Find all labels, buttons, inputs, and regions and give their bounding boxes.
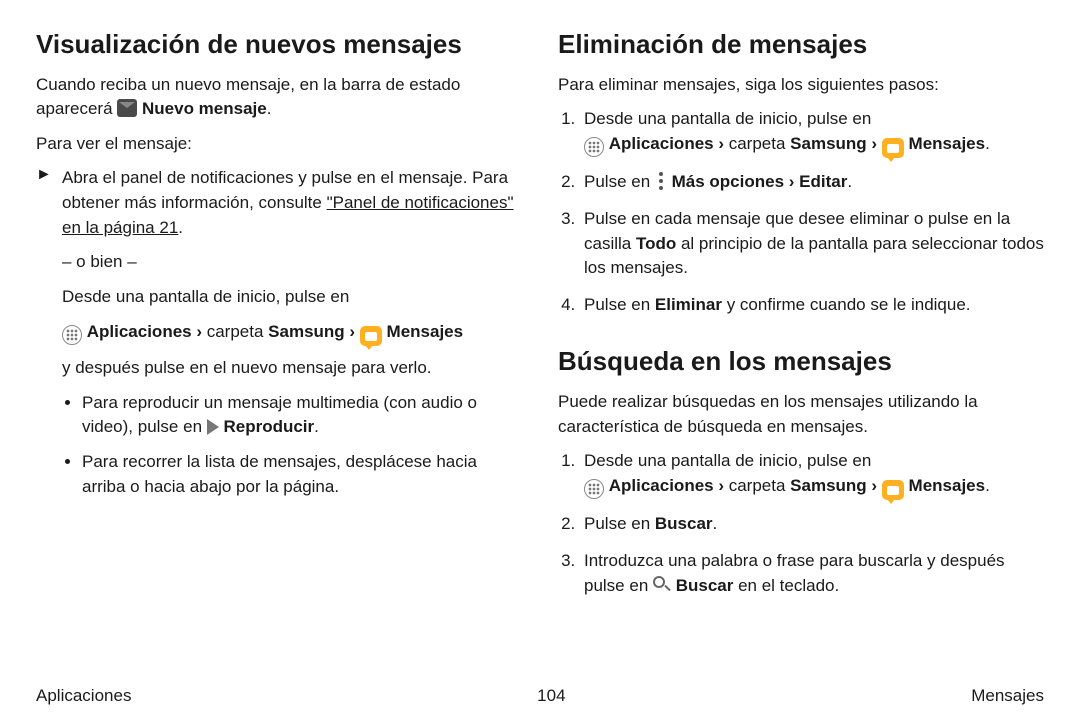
search-step-2: Pulse en Buscar. [580, 512, 1044, 537]
search-step-3: Introduzca una palabra o frase para busc… [580, 549, 1044, 598]
del-step-3: Pulse en cada mensaje que desee eliminar… [580, 207, 1044, 281]
steps-delete: Desde una pantalla de inicio, pulse en A… [558, 107, 1044, 317]
search-icon [653, 576, 671, 594]
left-column: Visualización de nuevos mensajes Cuando … [36, 28, 522, 610]
bullet-play: Para reproducir un mensaje multimedia (c… [82, 391, 522, 440]
lead-view: Para ver el mensaje: [36, 132, 522, 157]
envelope-icon [117, 99, 137, 117]
messages-app-icon [882, 480, 904, 500]
intro-view: Cuando reciba un nuevo mensaje, en la ba… [36, 73, 522, 122]
intro-delete: Para eliminar mensajes, siga los siguien… [558, 73, 1044, 98]
right-column: Eliminación de mensajes Para eliminar me… [558, 28, 1044, 610]
intro-search: Puede realizar búsquedas en los mensajes… [558, 390, 1044, 439]
path-line-left: Aplicaciones › carpeta Samsung › Mensaje… [62, 320, 522, 347]
path-tail-left: y después pulse en el nuevo mensaje para… [62, 356, 522, 381]
heading-search: Búsqueda en los mensajes [558, 345, 1044, 378]
footer-page-number: 104 [537, 686, 565, 706]
messages-app-icon [882, 138, 904, 158]
apps-grid-icon [584, 137, 604, 157]
messages-app-icon [360, 326, 382, 346]
del-step-4: Pulse en Eliminar y confirme cuando se l… [580, 293, 1044, 318]
bullet-list-left: Para reproducir un mensaje multimedia (c… [62, 391, 522, 500]
footer-right: Mensajes [971, 686, 1044, 706]
search-step-1: Desde una pantalla de inicio, pulse en A… [580, 449, 1044, 500]
step-open-panel: ► Abra el panel de notificaciones y puls… [36, 166, 522, 509]
bullet-scroll: Para recorrer la lista de mensajes, desp… [82, 450, 522, 499]
from-home-line: Desde una pantalla de inicio, pulse en [62, 285, 522, 310]
heading-delete: Eliminación de mensajes [558, 28, 1044, 61]
del-step-1: Desde una pantalla de inicio, pulse en A… [580, 107, 1044, 158]
notif-panel-text: Abra el panel de notificaciones y pulse … [62, 166, 522, 240]
play-icon [207, 419, 219, 435]
page-footer: Aplicaciones 104 Mensajes [36, 686, 1044, 706]
steps-search: Desde una pantalla de inicio, pulse en A… [558, 449, 1044, 598]
or-divider: – o bien – [62, 250, 522, 275]
apps-grid-icon [584, 479, 604, 499]
apps-grid-icon [62, 325, 82, 345]
triangle-marker-icon: ► [36, 166, 62, 509]
columns: Visualización de nuevos mensajes Cuando … [36, 28, 1044, 610]
del-step-2: Pulse en Más opciones › Editar. [580, 170, 1044, 195]
more-options-icon [655, 172, 667, 190]
footer-left: Aplicaciones [36, 686, 131, 706]
heading-view-new: Visualización de nuevos mensajes [36, 28, 522, 61]
